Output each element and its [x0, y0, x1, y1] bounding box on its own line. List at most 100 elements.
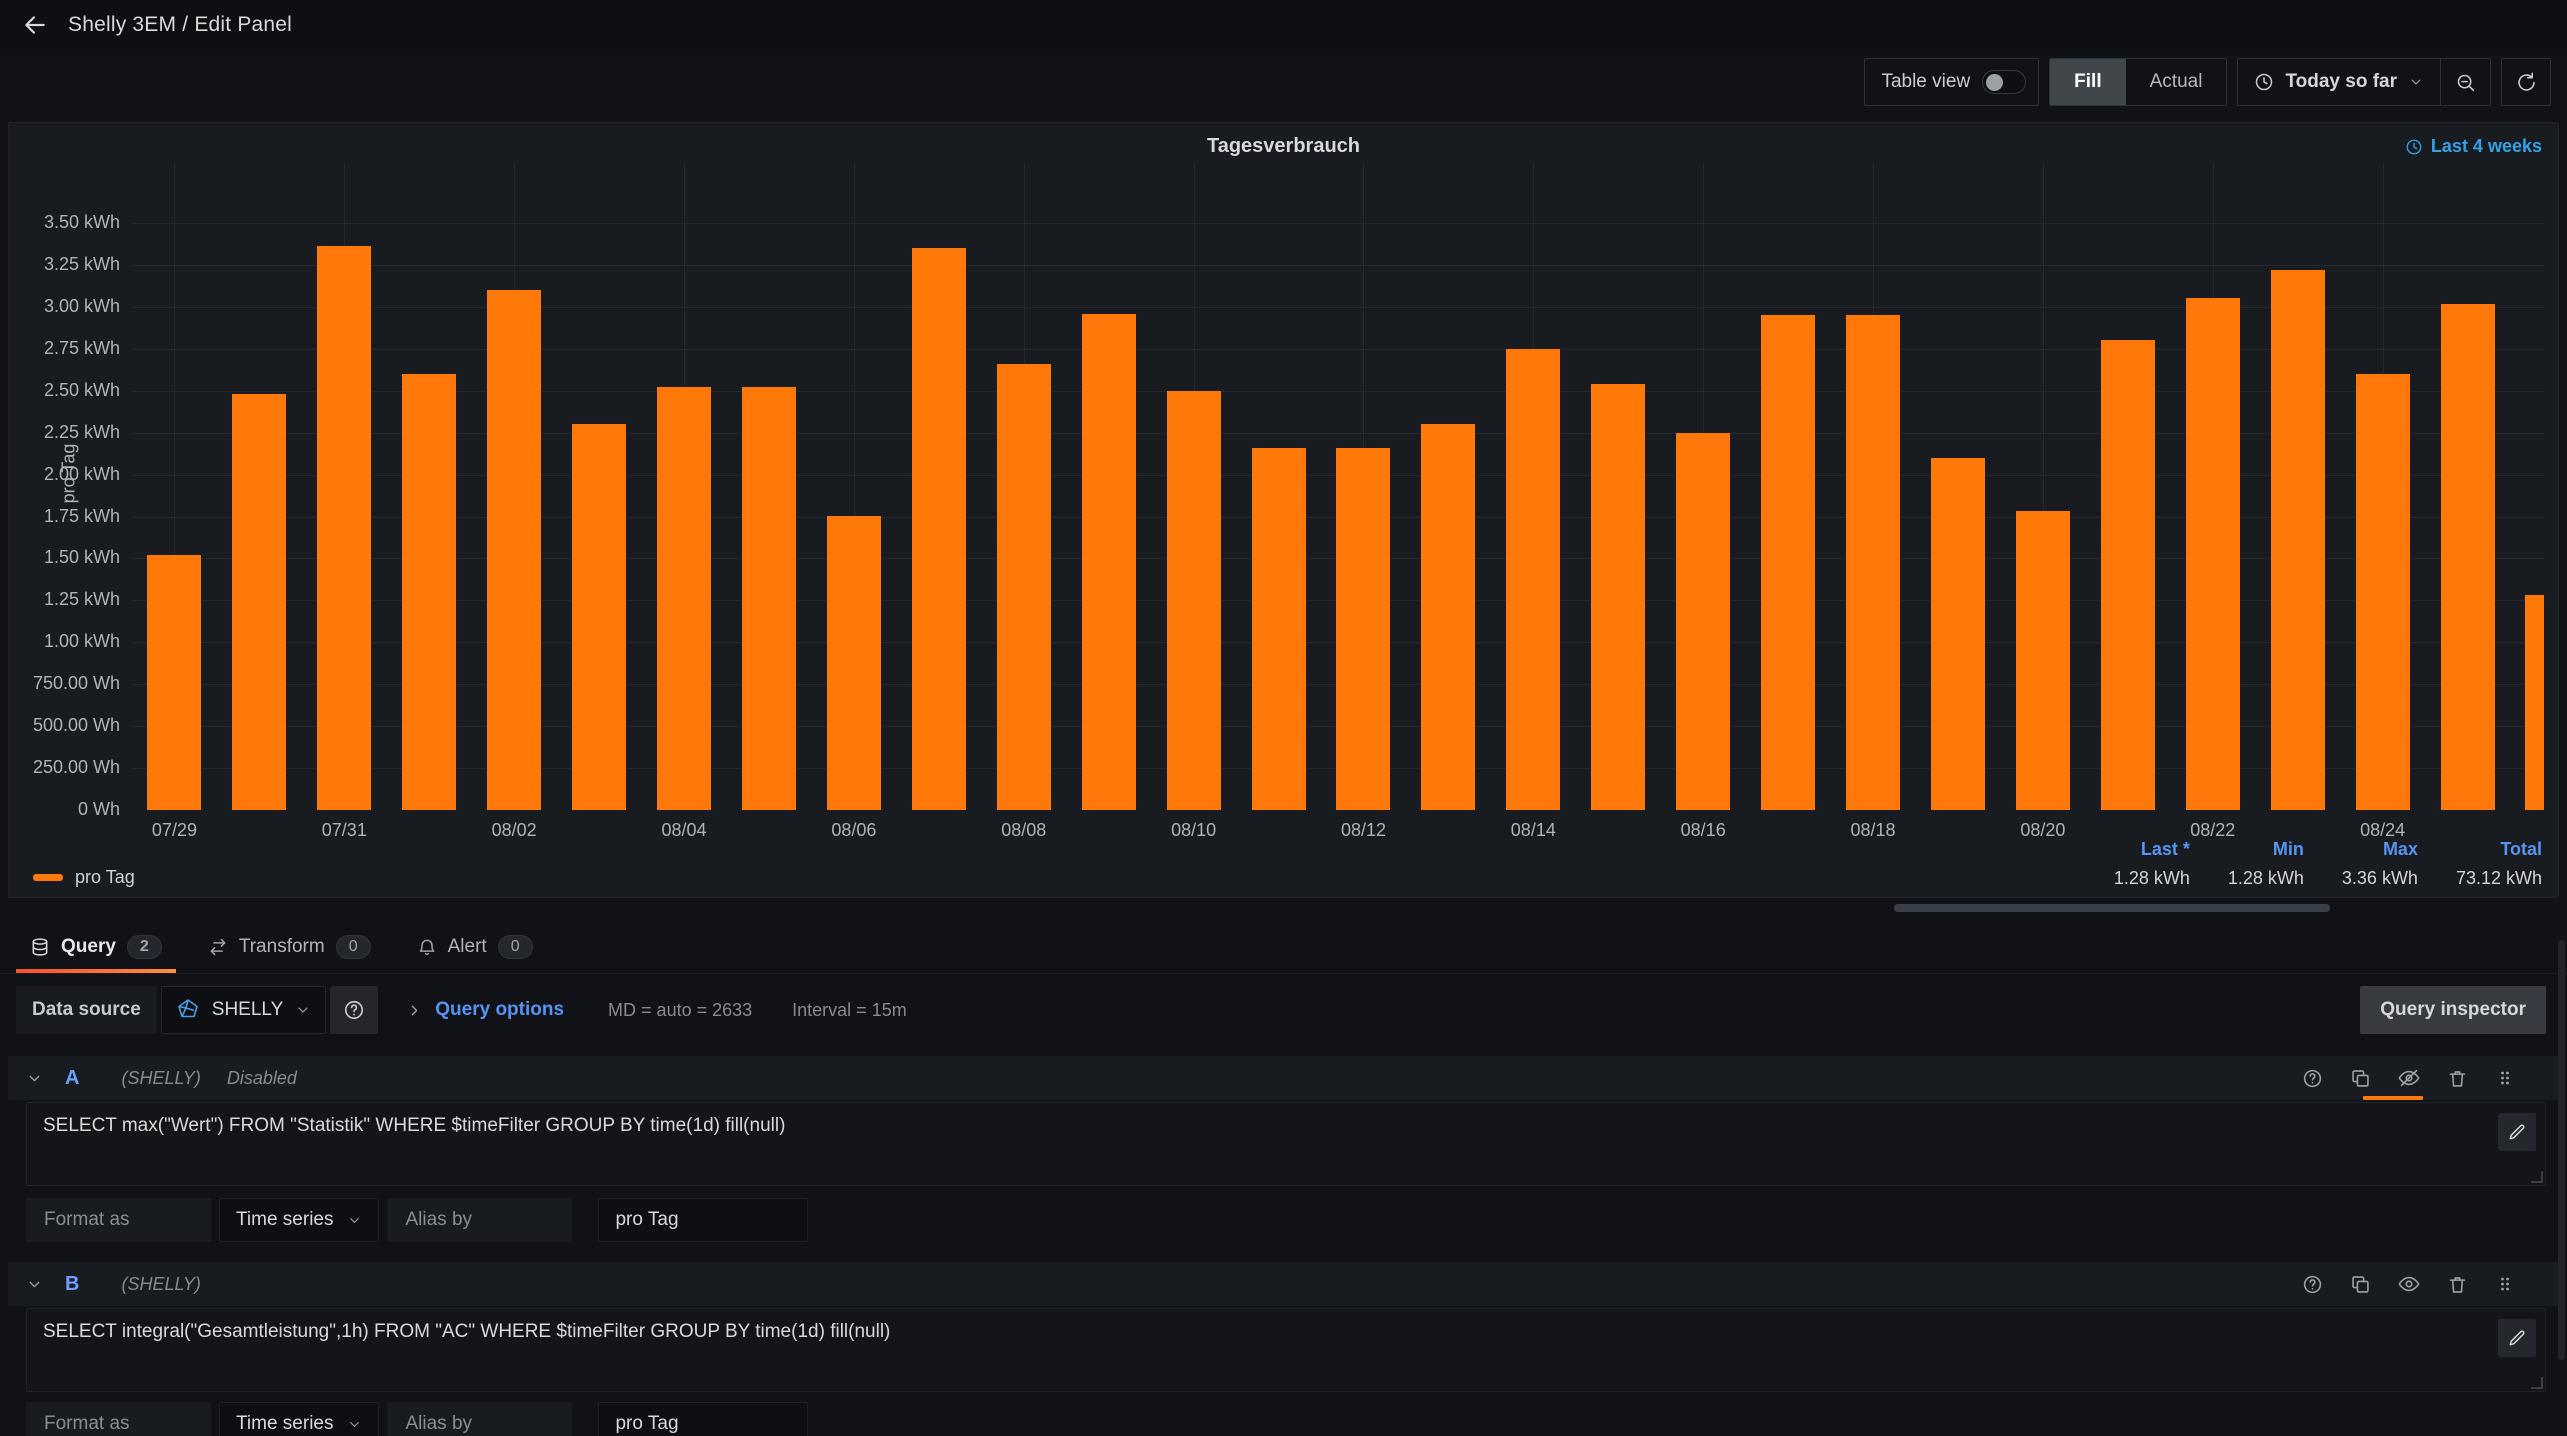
- bar: [487, 290, 541, 810]
- format-as-select[interactable]: Time series: [219, 1198, 379, 1242]
- query-b-actions: [2302, 1262, 2515, 1306]
- y-axis-tick-label: 250.00 Wh: [17, 757, 120, 778]
- query-a-sql[interactable]: SELECT max("Wert") FROM "Statistik" WHER…: [43, 1115, 2475, 1137]
- editor-tabs: Query 2 Transform 0 Alert 0: [0, 920, 2567, 974]
- tab-alert-label: Alert: [448, 936, 487, 958]
- tab-transform-label: Transform: [239, 936, 325, 958]
- query-a-controls: Format as Time series Alias by: [26, 1198, 808, 1242]
- duplicate-query-button[interactable]: [2350, 1068, 2371, 1089]
- bar: [657, 387, 711, 810]
- series-label: pro Tag: [75, 867, 135, 888]
- trash-icon: [2447, 1068, 2468, 1089]
- tab-transform[interactable]: Transform 0: [194, 920, 385, 973]
- pane-splitter[interactable]: [0, 898, 2567, 916]
- toggle-text-edit-button[interactable]: [2498, 1319, 2536, 1357]
- bell-icon: [417, 937, 437, 957]
- collapse-chevron-icon[interactable]: [26, 1276, 43, 1293]
- actual-button[interactable]: Actual: [2126, 59, 2227, 105]
- query-b-refid[interactable]: B: [65, 1273, 79, 1296]
- legend-item[interactable]: pro Tag: [33, 867, 135, 888]
- back-button[interactable]: [22, 12, 48, 38]
- gridline: [132, 223, 2544, 224]
- alias-input[interactable]: [598, 1198, 808, 1242]
- query-a-header[interactable]: A (SHELLY) Disabled: [8, 1056, 2559, 1100]
- bar: [1252, 448, 1306, 810]
- chevron-down-icon: [347, 1417, 362, 1432]
- query-b-header[interactable]: B (SHELLY): [8, 1262, 2559, 1306]
- bar: [997, 364, 1051, 810]
- bar: [2356, 374, 2410, 810]
- toggle-query-visibility-button[interactable]: [2398, 1067, 2420, 1089]
- query-options-disclosure[interactable]: [406, 986, 423, 1034]
- x-axis-tick-label: 07/29: [124, 820, 224, 841]
- bar: [232, 394, 286, 810]
- query-b-editor[interactable]: SELECT integral("Gesamtleistung",1h) FRO…: [26, 1308, 2546, 1392]
- y-axis-tick-label: 1.75 kWh: [17, 506, 120, 527]
- help-circle-icon: [2302, 1068, 2323, 1089]
- time-indicator-label: Last 4 weeks: [2431, 136, 2542, 157]
- drag-handle[interactable]: [2495, 1274, 2515, 1294]
- table-view-toggle[interactable]: [1982, 70, 2026, 94]
- delete-query-button[interactable]: [2447, 1274, 2468, 1295]
- collapse-chevron-icon[interactable]: [26, 1070, 43, 1087]
- tab-transform-badge: 0: [336, 935, 371, 959]
- eye-slash-icon: [2398, 1067, 2420, 1089]
- datasource-label: Data source: [16, 986, 157, 1034]
- format-as-value: Time series: [236, 1209, 333, 1231]
- y-axis-tick-label: 2.00 kWh: [17, 464, 120, 485]
- query-help-button[interactable]: [2302, 1068, 2323, 1089]
- toggle-text-edit-button[interactable]: [2498, 1113, 2536, 1151]
- zoom-out-button[interactable]: [2441, 72, 2490, 93]
- bar: [827, 516, 881, 810]
- table-view-label: Table view: [1881, 71, 1970, 93]
- delete-query-button[interactable]: [2447, 1068, 2468, 1089]
- x-axis-tick-label: 08/08: [974, 820, 1074, 841]
- datasource-picker[interactable]: SHELLY: [161, 986, 326, 1034]
- query-help-button[interactable]: [2302, 1274, 2323, 1295]
- pencil-icon: [2507, 1328, 2527, 1348]
- series-color-swatch: [33, 874, 63, 881]
- alias-input[interactable]: [598, 1402, 808, 1436]
- tab-query-badge: 2: [127, 935, 162, 959]
- stat-value-max: 3.36 kWh: [2342, 868, 2418, 889]
- bar: [402, 374, 456, 810]
- stat-header-min[interactable]: Min: [2228, 839, 2304, 860]
- chevron-down-icon: [295, 1002, 311, 1018]
- fill-button[interactable]: Fill: [2050, 59, 2125, 105]
- resize-handle[interactable]: [2531, 1377, 2543, 1389]
- format-as-select[interactable]: Time series: [219, 1402, 379, 1436]
- query-options-link[interactable]: Query options: [435, 986, 564, 1034]
- query-a-editor[interactable]: SELECT max("Wert") FROM "Statistik" WHER…: [26, 1102, 2546, 1186]
- time-range-picker[interactable]: Today so far: [2238, 59, 2440, 105]
- query-a-refid[interactable]: A: [65, 1067, 79, 1090]
- tab-query[interactable]: Query 2: [16, 920, 176, 973]
- plot-area: [132, 163, 2544, 810]
- stat-value-min: 1.28 kWh: [2228, 868, 2304, 889]
- refresh-button[interactable]: [2501, 58, 2551, 106]
- query-b-controls: Format as Time series Alias by: [26, 1402, 808, 1436]
- panel-time-indicator[interactable]: Last 4 weeks: [2405, 136, 2542, 157]
- datasource-help-button[interactable]: [330, 986, 378, 1034]
- splitter-grip[interactable]: [1894, 904, 2330, 912]
- toggle-query-visibility-button[interactable]: [2398, 1273, 2420, 1295]
- bar: [2186, 298, 2240, 810]
- chevron-down-icon: [347, 1213, 362, 1228]
- bar: [912, 248, 966, 810]
- stat-header-total[interactable]: Total: [2456, 839, 2542, 860]
- query-inspector-button[interactable]: Query inspector: [2360, 986, 2546, 1034]
- bar: [2525, 595, 2544, 810]
- stat-header-last[interactable]: Last *: [2114, 839, 2190, 860]
- scrollbar-thumb[interactable]: [2558, 940, 2565, 1360]
- query-b-sql[interactable]: SELECT integral("Gesamtleistung",1h) FRO…: [43, 1321, 2475, 1343]
- chart: pro Tag 3.50 kWh3.25 kWh3.00 kWh2.75 kWh…: [17, 163, 2544, 863]
- resize-handle[interactable]: [2531, 1171, 2543, 1183]
- y-axis-tick-label: 1.50 kWh: [17, 547, 120, 568]
- drag-handle[interactable]: [2495, 1068, 2515, 1088]
- tab-alert[interactable]: Alert 0: [403, 920, 547, 973]
- duplicate-query-button[interactable]: [2350, 1274, 2371, 1295]
- stat-value-total: 73.12 kWh: [2456, 868, 2542, 889]
- y-axis-tick-label: 500.00 Wh: [17, 715, 120, 736]
- stat-header-max[interactable]: Max: [2342, 839, 2418, 860]
- help-circle-icon: [2302, 1274, 2323, 1295]
- chart-panel: Tagesverbrauch Last 4 weeks pro Tag 3.50…: [8, 122, 2559, 898]
